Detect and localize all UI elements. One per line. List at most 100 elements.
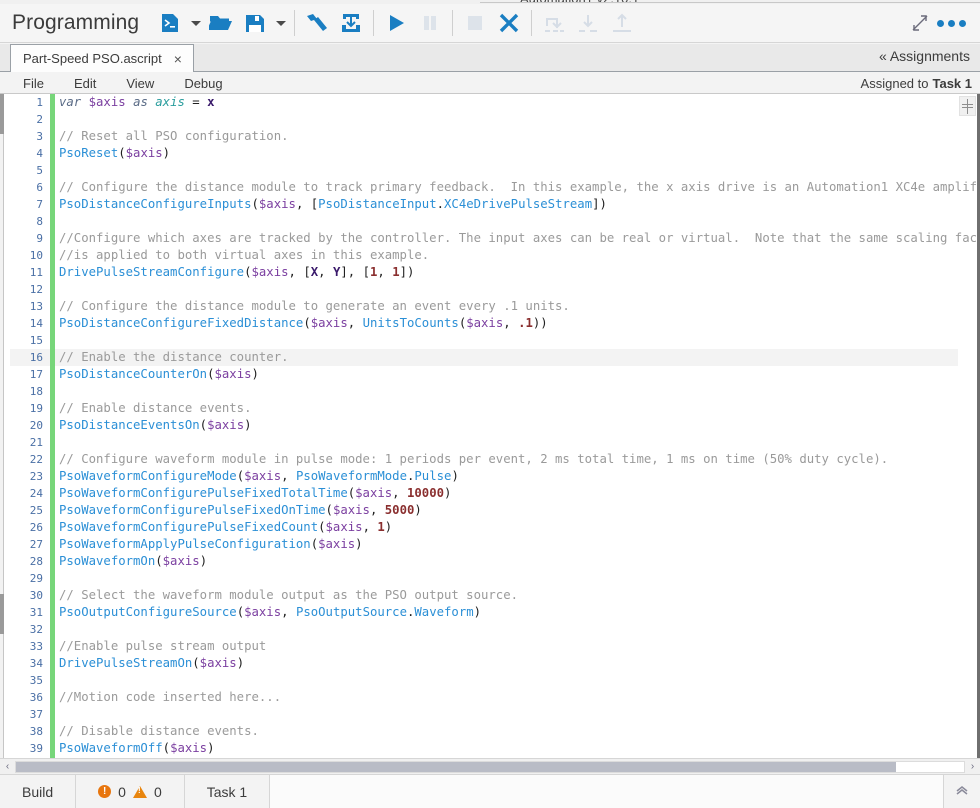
code-line[interactable]: 37 bbox=[10, 706, 958, 723]
code-line[interactable]: 22// Configure waveform module in pulse … bbox=[10, 451, 958, 468]
code-line[interactable]: 38// Disable distance events. bbox=[10, 723, 958, 740]
code-line[interactable]: 33//Enable pulse stream output bbox=[10, 638, 958, 655]
code-line-list[interactable]: 1var $axis as axis = x23// Reset all PSO… bbox=[10, 94, 958, 758]
build-button[interactable] bbox=[300, 6, 334, 40]
code-line[interactable]: 12 bbox=[10, 281, 958, 298]
menu-item-view[interactable]: View bbox=[111, 76, 169, 91]
change-bar bbox=[50, 417, 55, 434]
code-line[interactable]: 11DrivePulseStreamConfigure($axis, [X, Y… bbox=[10, 264, 958, 281]
task-tab[interactable]: Task 1 bbox=[185, 775, 270, 808]
code-line[interactable]: 27PsoWaveformApplyPulseConfiguration($ax… bbox=[10, 536, 958, 553]
code-line[interactable]: 35 bbox=[10, 672, 958, 689]
new-script-dropdown[interactable] bbox=[187, 6, 204, 40]
editor-split-handle[interactable] bbox=[959, 96, 976, 116]
code-line[interactable]: 21 bbox=[10, 434, 958, 451]
line-number: 2 bbox=[10, 111, 47, 128]
code-line[interactable]: 20PsoDistanceEventsOn($axis) bbox=[10, 417, 958, 434]
code-line[interactable]: 14PsoDistanceConfigureFixedDistance($axi… bbox=[10, 315, 958, 332]
abort-button[interactable] bbox=[492, 6, 526, 40]
code-line[interactable]: 30// Select the waveform module output a… bbox=[10, 587, 958, 604]
error-icon: ! bbox=[98, 785, 111, 798]
code-line[interactable]: 24PsoWaveformConfigurePulseFixedTotalTim… bbox=[10, 485, 958, 502]
new-script-button[interactable] bbox=[153, 6, 187, 40]
code-token: $axis bbox=[244, 469, 281, 483]
code-line[interactable]: 9//Configure which axes are tracked by t… bbox=[10, 230, 958, 247]
code-line[interactable]: 5 bbox=[10, 162, 958, 179]
code-token: PsoDistanceConfigureFixedDistance bbox=[59, 316, 303, 330]
assignments-panel-toggle[interactable]: « Assignments bbox=[879, 48, 970, 64]
change-bar bbox=[50, 485, 55, 502]
menu-item-debug[interactable]: Debug bbox=[169, 76, 237, 91]
code-line[interactable]: 7PsoDistanceConfigureInputs($axis, [PsoD… bbox=[10, 196, 958, 213]
code-line[interactable]: 36//Motion code inserted here... bbox=[10, 689, 958, 706]
code-line[interactable]: 15 bbox=[10, 332, 958, 349]
code-line[interactable]: 32 bbox=[10, 621, 958, 638]
code-line[interactable]: 19// Enable distance events. bbox=[10, 400, 958, 417]
code-line[interactable]: 17PsoDistanceCounterOn($axis) bbox=[10, 366, 958, 383]
problems-indicator[interactable]: ! 0 0 bbox=[76, 775, 185, 808]
expand-panel-button[interactable] bbox=[944, 783, 980, 801]
open-file-button[interactable] bbox=[204, 6, 238, 40]
scroll-left-arrow[interactable]: ‹ bbox=[0, 762, 15, 772]
build-tab[interactable]: Build bbox=[0, 775, 76, 808]
code-line[interactable]: 16// Enable the distance counter. bbox=[10, 349, 958, 366]
code-line[interactable]: 23PsoWaveformConfigureMode($axis, PsoWav… bbox=[10, 468, 958, 485]
code-token: PsoDistanceInput bbox=[318, 197, 436, 211]
code-line[interactable]: 8 bbox=[10, 213, 958, 230]
change-bar bbox=[50, 621, 55, 638]
save-file-button[interactable] bbox=[238, 6, 272, 40]
code-token: PsoDistanceCounterOn bbox=[59, 367, 207, 381]
change-bar bbox=[50, 587, 55, 604]
horizontal-scroll-track[interactable] bbox=[15, 761, 965, 773]
code-line[interactable]: 26 PsoWaveformConfigurePulseFixedCount($a… bbox=[10, 519, 958, 536]
menu-item-file[interactable]: File bbox=[8, 76, 59, 91]
stop-icon bbox=[464, 12, 486, 34]
change-bar bbox=[50, 281, 55, 298]
code-line[interactable]: 3// Reset all PSO configuration. bbox=[10, 128, 958, 145]
line-number: 14 bbox=[10, 315, 47, 332]
change-bar bbox=[50, 145, 55, 162]
scroll-right-arrow[interactable]: › bbox=[965, 762, 980, 772]
code-token: ) bbox=[355, 537, 362, 551]
tab-close-icon[interactable]: × bbox=[172, 52, 184, 66]
code-line[interactable]: 28PsoWaveformOn($axis) bbox=[10, 553, 958, 570]
menu-item-edit[interactable]: Edit bbox=[59, 76, 111, 91]
code-line[interactable]: 25PsoWaveformConfigurePulseFixedOnTime($… bbox=[10, 502, 958, 519]
line-number: 16 bbox=[10, 349, 47, 366]
code-text: //Enable pulse stream output bbox=[59, 638, 266, 655]
line-number: 26 bbox=[10, 519, 47, 536]
code-line[interactable]: 2 bbox=[10, 111, 958, 128]
save-file-dropdown[interactable] bbox=[272, 6, 289, 40]
code-token: ( bbox=[244, 265, 251, 279]
code-line[interactable]: 13// Configure the distance module to ge… bbox=[10, 298, 958, 315]
code-token: ) bbox=[414, 503, 421, 517]
code-text: // Reset all PSO configuration. bbox=[59, 128, 289, 145]
code-line[interactable]: 39PsoWaveformOff($axis) bbox=[10, 740, 958, 757]
code-token: $axis bbox=[207, 418, 244, 432]
code-line[interactable]: 29 bbox=[10, 570, 958, 587]
code-line[interactable]: 18 bbox=[10, 383, 958, 400]
more-options-button[interactable] bbox=[937, 20, 980, 27]
code-token: PsoReset bbox=[59, 146, 118, 160]
change-bar bbox=[50, 213, 55, 230]
split-handle-bar bbox=[967, 99, 968, 114]
code-line[interactable]: 10//is applied to both virtual axes in t… bbox=[10, 247, 958, 264]
code-text: PsoWaveformConfigurePulseFixedCount($axi… bbox=[59, 519, 392, 536]
run-button[interactable] bbox=[379, 6, 413, 40]
rail-marker bbox=[0, 594, 4, 634]
code-line[interactable]: 4PsoReset($axis) bbox=[10, 145, 958, 162]
line-number: 1 bbox=[10, 94, 47, 111]
download-to-controller-button[interactable] bbox=[334, 6, 368, 40]
warning-count: 0 bbox=[154, 784, 162, 800]
horizontal-scroll-thumb[interactable] bbox=[16, 762, 896, 772]
tab-part-speed-pso[interactable]: Part-Speed PSO.ascript × bbox=[10, 44, 194, 72]
code-line[interactable]: 34DrivePulseStreamOn($axis) bbox=[10, 655, 958, 672]
line-number: 17 bbox=[10, 366, 47, 383]
code-editor[interactable]: 1var $axis as axis = x23// Reset all PSO… bbox=[0, 94, 980, 758]
collapse-panel-button[interactable] bbox=[903, 6, 937, 40]
code-line[interactable]: 1var $axis as axis = x bbox=[10, 94, 958, 111]
code-line[interactable]: 31PsoOutputConfigureSource($axis, PsoOut… bbox=[10, 604, 958, 621]
code-line[interactable]: 6// Configure the distance module to tra… bbox=[10, 179, 958, 196]
code-token: // Configure the distance module to gene… bbox=[59, 299, 570, 313]
horizontal-scrollbar[interactable]: ‹ › bbox=[0, 758, 980, 774]
